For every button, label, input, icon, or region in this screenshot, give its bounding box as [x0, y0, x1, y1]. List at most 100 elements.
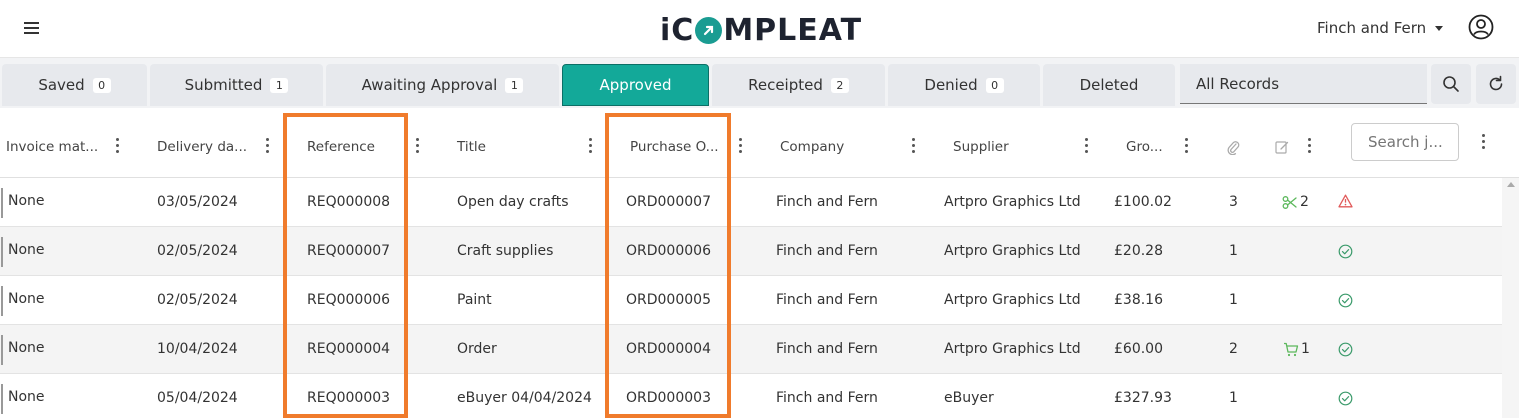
column-menu-icon[interactable] — [416, 138, 420, 154]
column-header-delivery-date[interactable]: Delivery da... — [157, 139, 247, 155]
column-header-gross[interactable]: Gro... — [1126, 139, 1163, 155]
vertical-scrollbar[interactable] — [1502, 178, 1519, 418]
warning-icon[interactable] — [1338, 194, 1353, 208]
menu-icon[interactable] — [24, 22, 39, 34]
tab-awaiting-approval[interactable]: Awaiting Approval 1 — [326, 64, 559, 106]
company-cell: Finch and Fern — [776, 194, 878, 210]
invoice-match-cell: None — [8, 242, 45, 258]
purchase-order-cell: ORD000004 — [626, 341, 711, 357]
search-input[interactable] — [1351, 123, 1459, 161]
delivery-date-cell: 05/04/2024 — [157, 390, 238, 406]
app-logo: iC MPLEAT — [660, 12, 863, 48]
column-header-purchase-order[interactable]: Purchase O... — [630, 139, 719, 155]
title-cell: Order — [457, 341, 497, 357]
tab-denied[interactable]: Denied 0 — [888, 64, 1040, 106]
tab-approved[interactable]: Approved — [562, 64, 709, 106]
row-indicator — [1, 384, 3, 414]
scissors-icon[interactable] — [1282, 195, 1297, 210]
column-header-invoice-match[interactable]: Invoice mat... — [6, 139, 98, 155]
attachments-count-cell: 1 — [1229, 292, 1238, 308]
table-row[interactable]: None 02/05/2024 REQ000006 Paint ORD00000… — [0, 276, 1502, 325]
row-indicator — [1, 237, 3, 267]
column-menu-icon[interactable] — [1085, 138, 1089, 154]
check-circle-icon[interactable] — [1338, 342, 1353, 357]
gross-cell: £100.02 — [1114, 194, 1172, 210]
table-row[interactable]: None 10/04/2024 REQ000004 Order ORD00000… — [0, 325, 1502, 374]
column-menu-icon[interactable] — [1185, 138, 1189, 154]
column-menu-icon[interactable] — [739, 138, 743, 154]
table-row[interactable]: None 05/04/2024 REQ000003 eBuyer 04/04/2… — [0, 374, 1502, 418]
tab-count-badge: 1 — [270, 77, 289, 93]
gross-cell: £327.93 — [1114, 390, 1172, 406]
column-menu-icon[interactable] — [589, 138, 593, 154]
refresh-icon — [1489, 75, 1503, 91]
search-icon — [1443, 76, 1459, 92]
refresh-button[interactable] — [1476, 64, 1516, 104]
row-indicator — [1, 286, 3, 316]
attachments-count-cell: 3 — [1229, 194, 1238, 210]
column-header-title[interactable]: Title — [457, 139, 486, 155]
account-switcher[interactable]: Finch and Fern — [1317, 19, 1444, 37]
tab-label: Approved — [599, 76, 672, 94]
delivery-date-cell: 10/04/2024 — [157, 341, 238, 357]
tab-label: Receipted — [748, 76, 823, 94]
reference-cell: REQ000008 — [307, 194, 391, 210]
title-cell: eBuyer 04/04/2024 — [457, 390, 592, 406]
check-circle-icon[interactable] — [1338, 293, 1353, 308]
table-menu-icon[interactable] — [1482, 134, 1486, 150]
extra-count-cell: 2 — [1300, 194, 1309, 210]
column-menu-icon[interactable] — [266, 138, 270, 154]
attachments-count-cell: 1 — [1229, 390, 1238, 406]
check-circle-icon[interactable] — [1338, 391, 1353, 406]
table-row[interactable]: None 02/05/2024 REQ000007 Craft supplies… — [0, 227, 1502, 276]
paperclip-icon[interactable] — [1226, 139, 1240, 155]
delivery-date-cell: 03/05/2024 — [157, 194, 238, 210]
purchase-order-cell: ORD000003 — [626, 390, 711, 406]
check-circle-icon[interactable] — [1338, 244, 1353, 259]
purchase-order-cell: ORD000005 — [626, 292, 711, 308]
records-filter-value: All Records — [1196, 74, 1280, 93]
tab-label: Deleted — [1079, 76, 1139, 94]
purchase-order-cell: ORD000006 — [626, 243, 711, 259]
gross-cell: £20.28 — [1114, 243, 1163, 259]
column-header-company[interactable]: Company — [780, 139, 844, 155]
column-header-reference[interactable]: Reference — [307, 139, 375, 155]
attachments-count-cell: 2 — [1229, 341, 1238, 357]
reference-cell: REQ000006 — [307, 292, 391, 308]
cart-icon[interactable] — [1283, 342, 1299, 357]
edit-note-icon[interactable] — [1275, 140, 1289, 154]
column-menu-icon[interactable] — [912, 138, 916, 154]
tab-label: Denied — [924, 76, 978, 94]
company-cell: Finch and Fern — [776, 243, 878, 259]
user-profile-icon[interactable] — [1468, 14, 1494, 40]
reference-cell: REQ000003 — [307, 390, 391, 406]
column-menu-icon[interactable] — [1308, 138, 1312, 154]
scroll-up-icon[interactable] — [1507, 182, 1515, 187]
tab-count-badge: 0 — [92, 77, 111, 93]
reference-cell: REQ000007 — [307, 243, 391, 259]
supplier-cell: Artpro Graphics Ltd — [944, 243, 1081, 259]
gross-cell: £60.00 — [1114, 341, 1163, 357]
column-menu-icon[interactable] — [116, 138, 120, 154]
table-header: Invoice mat... Delivery da... Reference … — [0, 108, 1519, 178]
invoice-match-cell: None — [8, 340, 45, 356]
tab-count-badge: 1 — [505, 77, 524, 93]
tab-label: Awaiting Approval — [361, 76, 498, 94]
tab-receipted[interactable]: Receipted 2 — [712, 64, 885, 106]
invoice-match-cell: None — [8, 193, 45, 209]
tab-saved[interactable]: Saved 0 — [2, 64, 147, 106]
account-name: Finch and Fern — [1317, 19, 1427, 37]
search-button[interactable] — [1431, 64, 1471, 104]
tab-label: Saved — [38, 76, 85, 94]
column-header-supplier[interactable]: Supplier — [953, 139, 1009, 155]
table-row[interactable]: None 03/05/2024 REQ000008 Open day craft… — [0, 178, 1502, 227]
records-filter-select[interactable]: All Records — [1180, 64, 1427, 104]
tab-label: Submitted — [184, 76, 263, 94]
tab-deleted[interactable]: Deleted — [1043, 64, 1175, 106]
supplier-cell: Artpro Graphics Ltd — [944, 194, 1081, 210]
status-tabs: Saved 0 Submitted 1 Awaiting Approval 1 App… — [0, 58, 1519, 108]
company-cell: Finch and Fern — [776, 390, 878, 406]
chevron-down-icon — [1435, 25, 1444, 31]
tab-submitted[interactable]: Submitted 1 — [150, 64, 323, 106]
company-cell: Finch and Fern — [776, 292, 878, 308]
